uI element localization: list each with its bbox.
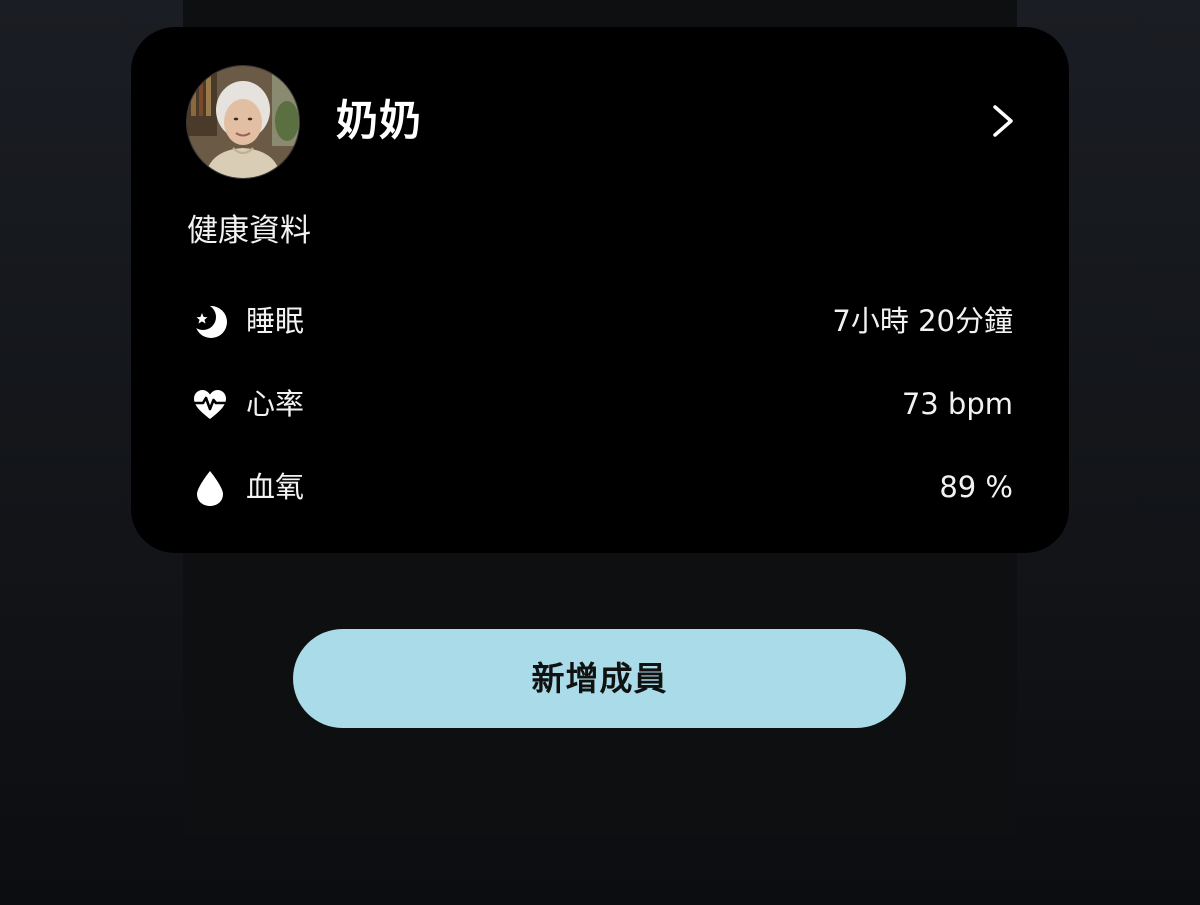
moon-icon	[191, 304, 227, 338]
chevron-right-icon[interactable]	[983, 99, 1023, 143]
member-card[interactable]: 奶奶 健康資料 睡眠 7小時 20分鐘 心率 73 bpm 血氧 89 %	[131, 27, 1069, 553]
metric-row-blood-oxygen: 血氧 89 %	[187, 461, 1013, 513]
avatar-photo	[187, 66, 299, 178]
metric-row-heart-rate: 心率 73 bpm	[187, 378, 1013, 430]
metric-label: 血氧	[246, 470, 305, 504]
metric-row-sleep: 睡眠 7小時 20分鐘	[187, 295, 1013, 347]
metric-value: 7小時 20分鐘	[832, 304, 1013, 338]
metric-value: 89 %	[939, 470, 1013, 504]
metric-label: 睡眠	[246, 304, 305, 338]
drop-icon	[197, 471, 223, 506]
add-member-button[interactable]: 新增成員	[293, 629, 906, 728]
health-data-title: 健康資料	[187, 213, 311, 249]
metric-value: 73 bpm	[901, 387, 1013, 421]
heart-rate-icon	[194, 390, 226, 419]
metric-label: 心率	[246, 387, 305, 421]
avatar[interactable]	[187, 66, 299, 178]
member-name: 奶奶	[336, 96, 423, 145]
